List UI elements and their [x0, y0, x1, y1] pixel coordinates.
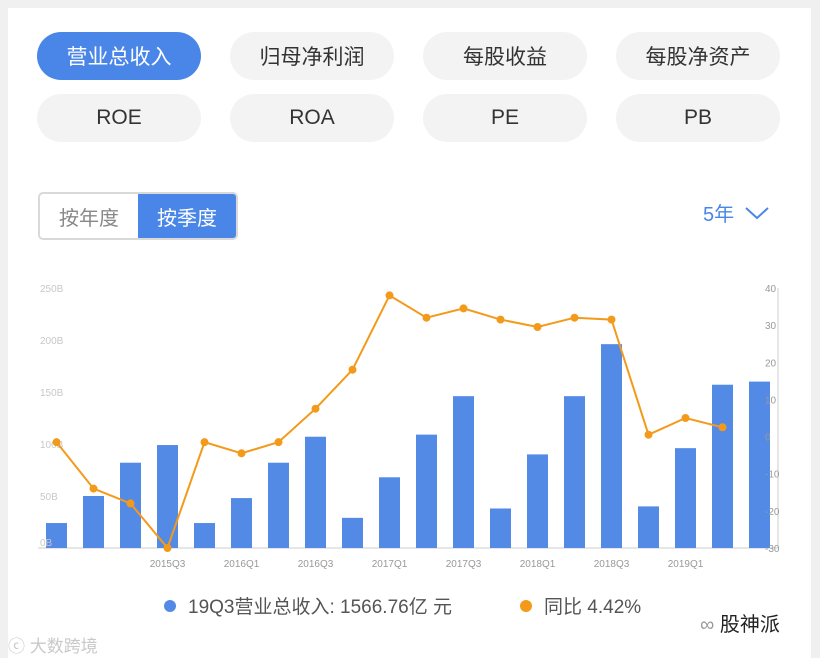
wechat-icon: ∞ — [700, 614, 715, 636]
legend-dot-revenue — [164, 599, 176, 612]
legend-item-yoy[interactable]: 同比 4.42% — [520, 592, 641, 619]
metric-pb-button[interactable]: PB — [616, 94, 780, 142]
metric-roe-button[interactable]: ROE — [37, 94, 201, 142]
range-select-label: 5年 — [703, 204, 735, 226]
watermark-right-text: 股神派 — [719, 614, 780, 636]
metric-net-profit-button[interactable]: 归母净利润 — [230, 32, 394, 80]
watermark-left-logo-icon: ⓒ — [8, 637, 25, 656]
legend-item-revenue[interactable]: 19Q3营业总收入: 1566.76亿 元 — [164, 592, 452, 619]
metric-pe-button[interactable]: PE — [423, 94, 587, 142]
metric-bvps-button[interactable]: 每股净资产 — [616, 32, 780, 80]
period-quarterly-tab[interactable]: 按季度 — [138, 194, 236, 238]
chart-legend: 19Q3营业总收入: 1566.76亿 元 同比 4.42% — [0, 592, 820, 626]
legend-label-yoy: 同比 4.42% — [544, 597, 642, 618]
metric-roa-button[interactable]: ROA — [230, 94, 394, 142]
period-toggle: 按年度 按季度 — [38, 192, 238, 240]
chevron-down-icon — [745, 206, 769, 219]
watermark-left: ⓒ 大数跨境 — [8, 632, 98, 657]
legend-dot-yoy — [520, 599, 532, 612]
range-select[interactable]: 5年 — [703, 198, 770, 227]
watermark-left-text: 大数跨境 — [29, 637, 98, 656]
legend-label-revenue: 19Q3营业总收入: 1566.76亿 元 — [188, 597, 452, 618]
metric-eps-button[interactable]: 每股收益 — [423, 32, 587, 80]
period-annual-tab[interactable]: 按年度 — [40, 194, 138, 238]
metric-revenue-button[interactable]: 营业总收入 — [37, 32, 201, 80]
watermark-right: ∞ 股神派 — [700, 608, 780, 637]
